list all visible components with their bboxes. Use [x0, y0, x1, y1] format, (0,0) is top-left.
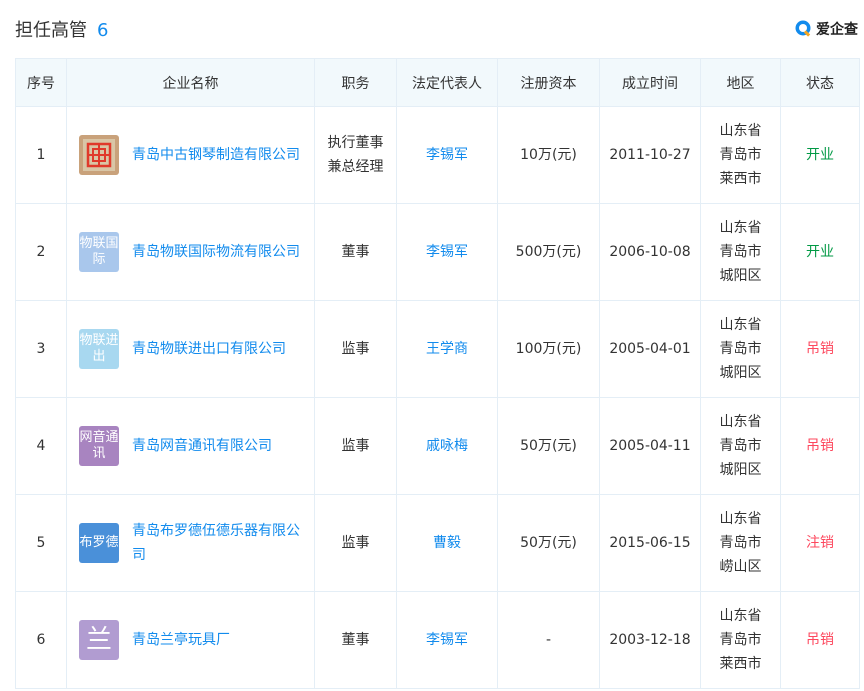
capital: 10万(元): [497, 106, 600, 204]
row-index: 5: [15, 494, 67, 592]
brand-text: 爱企查: [816, 22, 858, 38]
company-seal-icon: [79, 135, 119, 175]
column-header-legal-rep: 法定代表人: [396, 58, 498, 107]
table-header-row: 序号 企业名称 职务 法定代表人 注册资本 成立时间 地区 状态: [15, 58, 860, 107]
record-count: 6: [97, 20, 109, 41]
company-logo: 兰: [79, 620, 119, 660]
company-name-link[interactable]: 青岛兰亭玩具厂: [132, 628, 230, 652]
company-cell: 布罗德 青岛布罗德伍德乐器有限公司: [66, 494, 315, 592]
company-logo: 物联国际: [79, 232, 119, 272]
founded-date: 2015-06-15: [599, 494, 701, 592]
founded-date: 2003-12-18: [599, 591, 701, 689]
region: 山东省青岛市崂山区: [700, 494, 781, 592]
status-badge: 开业: [780, 203, 860, 301]
region: 山东省青岛市城阳区: [700, 203, 781, 301]
legal-rep-link[interactable]: 王学商: [396, 300, 498, 398]
position: 监事: [314, 397, 397, 495]
row-index: 1: [15, 106, 67, 204]
founded-date: 2005-04-11: [599, 397, 701, 495]
status-badge: 注销: [780, 494, 860, 592]
legal-rep-link[interactable]: 李锡军: [396, 591, 498, 689]
table-row: 1 青岛中古钢琴制造有限公司 执行董事兼总经理 李锡军 10万(元) 2011-…: [15, 106, 860, 204]
row-index: 4: [15, 397, 67, 495]
company-name-link[interactable]: 青岛网音通讯有限公司: [132, 434, 272, 458]
table-row: 4 网音通讯 青岛网音通讯有限公司 监事 戚咏梅 50万(元) 2005-04-…: [15, 397, 860, 495]
company-name-link[interactable]: 青岛中古钢琴制造有限公司: [132, 143, 300, 167]
search-q-icon: [795, 20, 811, 37]
row-index: 6: [15, 591, 67, 689]
founded-date: 2006-10-08: [599, 203, 701, 301]
seal-glyph-icon: [86, 142, 112, 168]
table-row: 3 物联进出 青岛物联进出口有限公司 监事 王学商 100万(元) 2005-0…: [15, 300, 860, 398]
company-cell: 物联国际 青岛物联国际物流有限公司: [66, 203, 315, 301]
column-header-company: 企业名称: [66, 58, 315, 107]
column-header-region: 地区: [700, 58, 781, 107]
row-index: 2: [15, 203, 67, 301]
legal-rep-link[interactable]: 曹毅: [396, 494, 498, 592]
company-cell: 兰 青岛兰亭玩具厂: [66, 591, 315, 689]
column-header-index: 序号: [15, 58, 67, 107]
founded-date: 2011-10-27: [599, 106, 701, 204]
region: 山东省青岛市莱西市: [700, 106, 781, 204]
position: 董事: [314, 203, 397, 301]
legal-rep-link[interactable]: 李锡军: [396, 106, 498, 204]
column-header-status: 状态: [780, 58, 860, 107]
company-cell: 网音通讯 青岛网音通讯有限公司: [66, 397, 315, 495]
region: 山东省青岛市城阳区: [700, 300, 781, 398]
status-badge: 吊销: [780, 397, 860, 495]
capital: 100万(元): [497, 300, 600, 398]
column-header-position: 职务: [314, 58, 397, 107]
company-logo: 物联进出: [79, 329, 119, 369]
section-title-text: 担任高管: [15, 20, 87, 41]
status-badge: 吊销: [780, 300, 860, 398]
legal-rep-link[interactable]: 李锡军: [396, 203, 498, 301]
company-name-link[interactable]: 青岛布罗德伍德乐器有限公司: [132, 519, 306, 567]
region: 山东省青岛市莱西市: [700, 591, 781, 689]
capital: 500万(元): [497, 203, 600, 301]
position: 董事: [314, 591, 397, 689]
founded-date: 2005-04-01: [599, 300, 701, 398]
company-name-link[interactable]: 青岛物联进出口有限公司: [132, 337, 286, 361]
section-title: 担任高管 6: [15, 16, 108, 42]
position: 监事: [314, 494, 397, 592]
row-index: 3: [15, 300, 67, 398]
company-logo: 网音通讯: [79, 426, 119, 466]
company-logo: 布罗德: [79, 523, 119, 563]
section-header: 担任高管 6 爱企查: [0, 0, 864, 58]
executive-positions-table: 序号 企业名称 职务 法定代表人 注册资本 成立时间 地区 状态 1 青岛中古钢…: [15, 58, 860, 689]
status-badge: 开业: [780, 106, 860, 204]
table-row: 5 布罗德 青岛布罗德伍德乐器有限公司 监事 曹毅 50万(元) 2015-06…: [15, 494, 860, 592]
column-header-founded: 成立时间: [599, 58, 701, 107]
legal-rep-link[interactable]: 戚咏梅: [396, 397, 498, 495]
column-header-capital: 注册资本: [497, 58, 600, 107]
region: 山东省青岛市城阳区: [700, 397, 781, 495]
status-badge: 吊销: [780, 591, 860, 689]
position: 执行董事兼总经理: [314, 106, 397, 204]
table-row: 2 物联国际 青岛物联国际物流有限公司 董事 李锡军 500万(元) 2006-…: [15, 203, 860, 301]
capital: 50万(元): [497, 397, 600, 495]
capital: -: [497, 591, 600, 689]
table-row: 6 兰 青岛兰亭玩具厂 董事 李锡军 - 2003-12-18 山东省青岛市莱西…: [15, 591, 860, 689]
position: 监事: [314, 300, 397, 398]
capital: 50万(元): [497, 494, 600, 592]
company-name-link[interactable]: 青岛物联国际物流有限公司: [132, 240, 300, 264]
company-cell: 物联进出 青岛物联进出口有限公司: [66, 300, 315, 398]
company-cell: 青岛中古钢琴制造有限公司: [66, 106, 315, 204]
brand-logo[interactable]: 爱企查: [794, 19, 858, 39]
